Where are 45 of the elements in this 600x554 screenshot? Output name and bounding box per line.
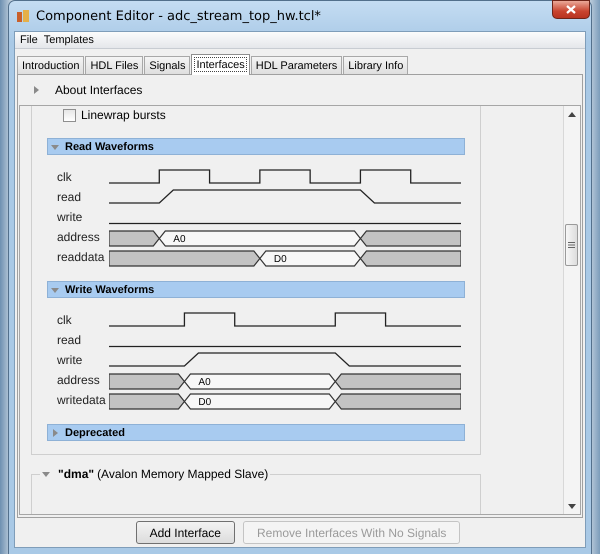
tab[interactable]: HDL Files [85, 56, 144, 74]
tab[interactable]: Interfaces [191, 54, 250, 75]
scroll-up-icon [568, 112, 576, 117]
signal-name: writedata [57, 393, 107, 407]
signal-name: address [57, 373, 101, 387]
triangle-icon[interactable] [51, 142, 59, 150]
bus-value: D0 [198, 397, 212, 408]
scrollbar[interactable] [563, 106, 580, 514]
section-title[interactable]: About Interfaces [55, 83, 142, 97]
action-button[interactable]: Add Interface [136, 521, 235, 544]
bus-value: A0 [173, 234, 186, 245]
signal-name: readdata [57, 250, 106, 264]
scroll-down-icon [568, 504, 576, 509]
signal-name: write [57, 210, 84, 224]
interface-name: "dma" [58, 467, 94, 481]
menu-item[interactable]: Templates [40, 34, 97, 46]
signal-name: read [57, 190, 82, 204]
section-header[interactable]: Write Waveforms [47, 281, 465, 298]
signal-name: address [57, 230, 101, 244]
checkbox[interactable] [63, 108, 76, 122]
menu-item[interactable]: File [17, 34, 41, 46]
window-title: Component Editor - adc_stream_top_hw.tcl* [36, 8, 321, 24]
signal-name: write [57, 353, 84, 367]
scroll-thumb[interactable] [565, 224, 578, 266]
signal-name: clk [57, 170, 73, 184]
checkbox-label: Linewrap bursts [81, 108, 166, 122]
interface-type: (Avalon Memory Mapped Slave) [97, 467, 268, 481]
close-button[interactable] [552, 0, 590, 19]
bus-value: D0 [274, 254, 287, 265]
signal-name: clk [57, 313, 73, 327]
triangle-icon[interactable] [51, 428, 59, 436]
tab[interactable]: Library Info [343, 56, 408, 74]
close-icon [566, 5, 576, 14]
section-header[interactable]: Deprecated [47, 424, 465, 441]
tab[interactable]: HDL Parameters [250, 56, 342, 74]
bus-value: A0 [198, 377, 211, 388]
triangle-icon[interactable] [51, 286, 59, 294]
tab[interactable]: Signals [144, 56, 190, 74]
tab[interactable]: Introduction [17, 56, 84, 74]
triangle-icon[interactable] [42, 470, 50, 478]
app-icon [16, 9, 30, 23]
grip-icon [568, 242, 575, 248]
triangle-icon[interactable] [32, 86, 40, 94]
section-header[interactable]: Read Waveforms [47, 138, 465, 155]
signal-name: read [57, 333, 82, 347]
